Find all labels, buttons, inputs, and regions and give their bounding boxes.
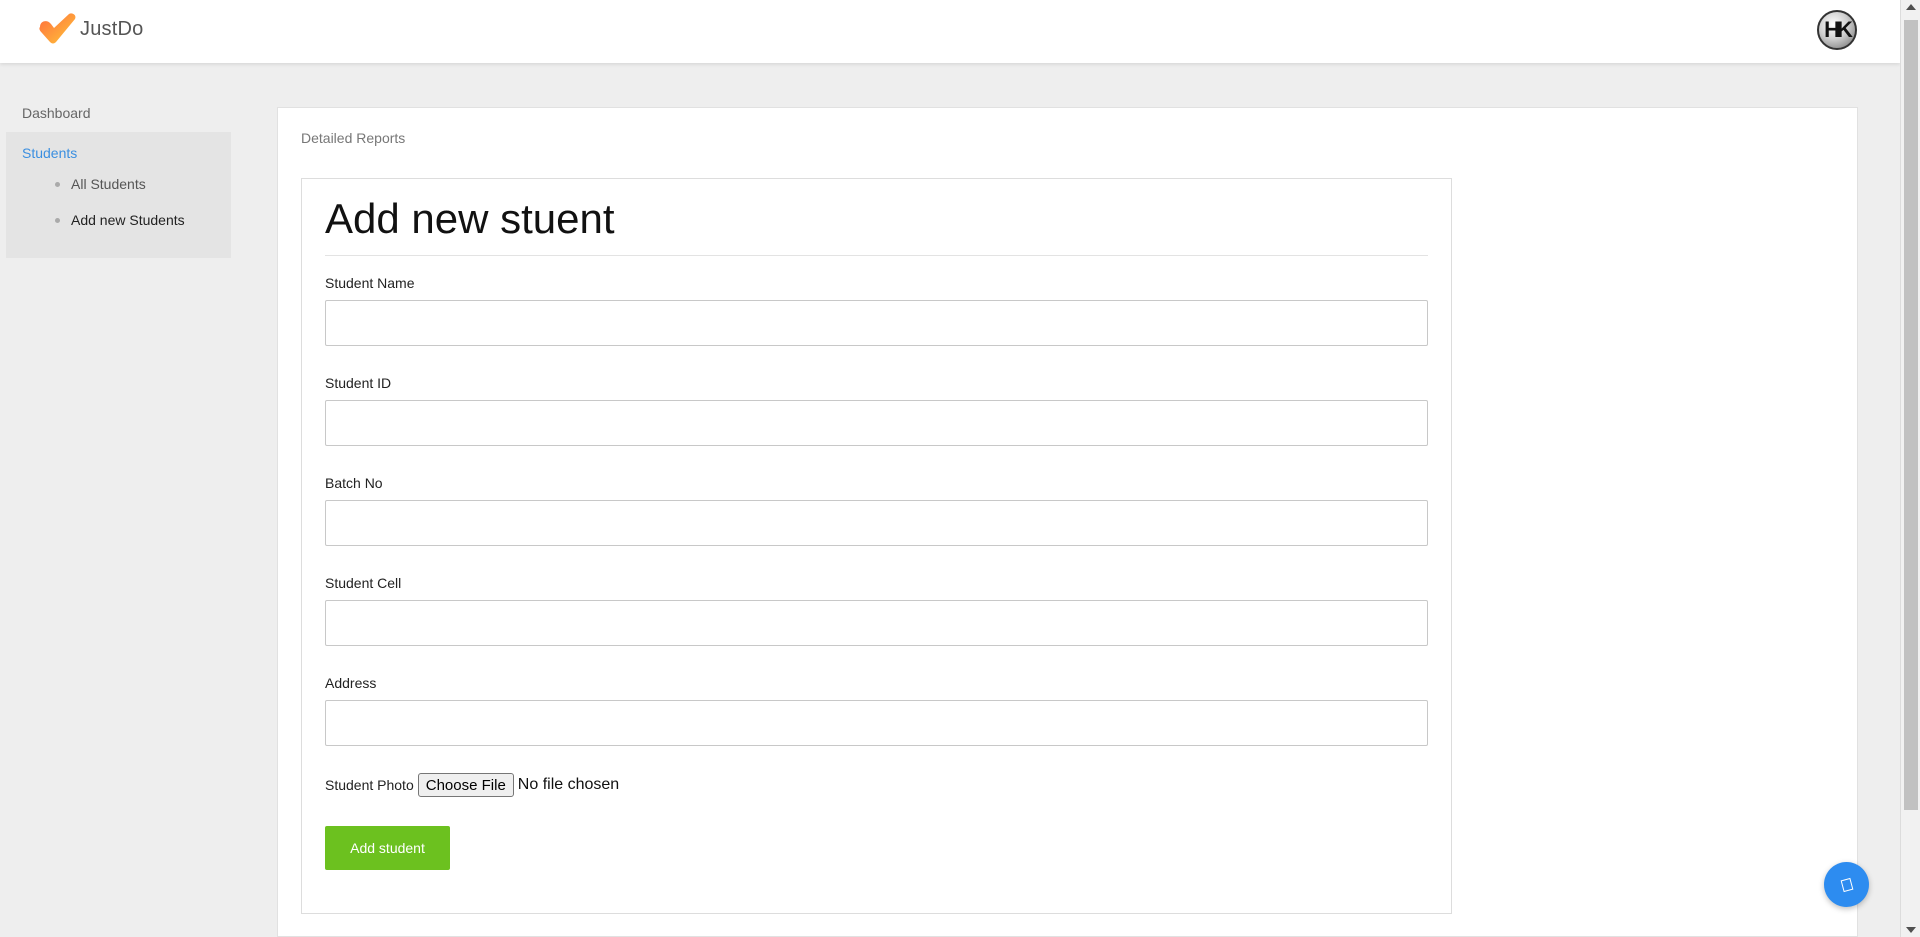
student-name-input[interactable] (325, 300, 1428, 346)
student-photo-label: Student Photo (325, 777, 414, 793)
add-student-button[interactable]: Add student (325, 826, 450, 870)
brand-logo[interactable]: JustDo (38, 12, 143, 46)
main-card: Detailed Reports Add new stuent Student … (277, 107, 1858, 937)
address-input[interactable] (325, 700, 1428, 746)
sidebar-item-all-students[interactable]: All Students (6, 174, 231, 210)
sidebar-item-label: Add new Students (71, 212, 185, 228)
student-id-input[interactable] (325, 400, 1428, 446)
sidebar: Dashboard Students All Students Add new … (6, 94, 231, 258)
file-status: No file chosen (517, 776, 620, 793)
sidebar-item-students[interactable]: Students (6, 136, 231, 170)
form-heading: Add new stuent (325, 195, 615, 242)
page-scrollbar[interactable] (1900, 0, 1920, 937)
student-cell-label: Student Cell (325, 575, 402, 591)
floating-action-button[interactable] (1824, 862, 1869, 907)
choose-file-button[interactable]: Choose File (417, 773, 514, 797)
sidebar-group-students: Students All Students Add new Students (6, 132, 231, 258)
tag-icon (1840, 877, 1853, 892)
top-header: JustDo HK (0, 0, 1900, 63)
sidebar-item-label: All Students (71, 176, 146, 192)
address-label: Address (325, 675, 377, 691)
student-name-label: Student Name (325, 275, 415, 291)
scroll-thumb[interactable] (1904, 20, 1918, 810)
student-cell-input[interactable] (325, 600, 1428, 646)
section-title: Detailed Reports (301, 130, 406, 146)
bullet-icon (55, 218, 60, 223)
scroll-down-icon[interactable] (1906, 927, 1916, 933)
batch-no-input[interactable] (325, 500, 1428, 546)
sidebar-item-add-new-students[interactable]: Add new Students (6, 210, 231, 246)
sidebar-item-dashboard[interactable]: Dashboard (6, 94, 231, 132)
bullet-icon (55, 182, 60, 187)
add-student-form: Add new stuent Student Name Student ID B… (301, 178, 1452, 914)
check-heart-icon (39, 13, 76, 44)
scroll-up-icon[interactable] (1906, 4, 1916, 10)
batch-no-label: Batch No (325, 475, 383, 491)
user-avatar[interactable]: HK (1817, 10, 1857, 50)
students-submenu: All Students Add new Students (6, 174, 231, 246)
student-id-label: Student ID (325, 375, 392, 391)
student-photo-row: Student Photo Choose File No file chosen (325, 773, 619, 797)
brand-name: JustDo (80, 17, 144, 40)
divider (325, 255, 1428, 256)
